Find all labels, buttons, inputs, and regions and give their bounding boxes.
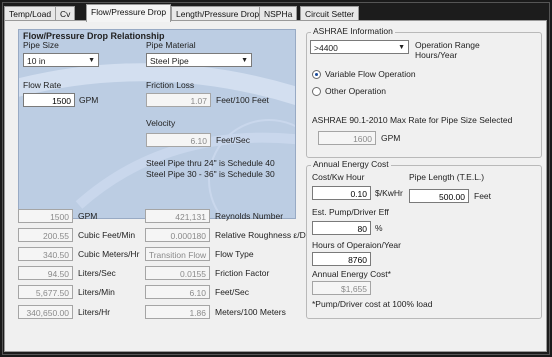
- result-lph-unit: Liters/Hr: [78, 307, 111, 317]
- result-lpm: 5,677.50: [18, 285, 73, 299]
- flow-rate-label: Flow Rate: [23, 80, 62, 90]
- result-cfm: 200.55: [18, 228, 73, 242]
- annual-cost-value: $1,655: [312, 281, 371, 295]
- energy-cost-title: Annual Energy Cost: [311, 159, 391, 169]
- result-meters-loss: 1.86: [145, 305, 210, 319]
- schedule-note-2: Steel Pipe 30 - 36" is Schedule 30: [146, 169, 275, 179]
- hours-label: Hours of Operaion/Year: [312, 240, 401, 250]
- result-lps: 94.50: [18, 266, 73, 280]
- annual-cost-footnote: *Pump/Driver cost at 100% load: [312, 299, 433, 309]
- operation-range-select[interactable]: >4400 ▼: [310, 40, 409, 54]
- flow-pressure-drop-group: Flow/Pressure Drop Relationship Pipe Siz…: [18, 29, 296, 219]
- cost-per-kwh-unit: $/KwHr: [375, 188, 403, 198]
- pipe-material-select[interactable]: Steel Pipe ▼: [146, 53, 252, 67]
- result-friction-factor-label: Friction Factor: [215, 268, 270, 278]
- result-friction-factor: 0.0155: [145, 266, 210, 280]
- pipe-material-label: Pipe Material: [146, 40, 196, 50]
- result-reynolds-label: Reynolds Number: [215, 211, 284, 221]
- result-velocity: 6.10: [145, 285, 210, 299]
- result-flow-type-label: Flow Type: [215, 249, 254, 259]
- tab-nspha[interactable]: NSPHa: [259, 6, 298, 21]
- result-cmh-unit: Cubic Meters/Hr: [78, 249, 140, 259]
- chevron-down-icon: ▼: [241, 57, 248, 64]
- velocity-value: 6.10: [146, 133, 211, 147]
- pipe-size-select[interactable]: 10 in ▼: [23, 53, 99, 67]
- result-gpm-unit: GPM: [78, 211, 98, 221]
- pipe-size-value: 10 in: [27, 56, 46, 66]
- result-velocity-label: Feet/Sec: [215, 287, 250, 297]
- chevron-down-icon: ▼: [398, 44, 405, 51]
- result-flow-type: Transition Flow: [145, 247, 210, 261]
- result-lph: 340,650.00: [18, 305, 73, 319]
- pipe-length-input[interactable]: 500.00: [409, 189, 469, 203]
- max-rate-unit: GPM: [381, 133, 401, 143]
- tab-panel: Flow/Pressure Drop Relationship Pipe Siz…: [4, 20, 547, 352]
- result-meters-loss-label: Meters/100 Meters: [215, 307, 286, 317]
- hours-input[interactable]: 8760: [312, 252, 371, 266]
- result-cmh: 340.50: [18, 247, 73, 261]
- operation-range-label: Operation Range: [415, 40, 480, 50]
- velocity-label: Velocity: [146, 118, 176, 128]
- operation-range-value: >4400: [314, 43, 338, 53]
- ashrae-group-title: ASHRAE Information: [311, 26, 395, 36]
- result-lpm-unit: Liters/Min: [78, 287, 115, 297]
- variable-flow-radio[interactable]: [312, 70, 321, 79]
- pipe-size-label: Pipe Size: [23, 40, 59, 50]
- pipe-length-unit: Feet: [474, 191, 492, 201]
- operation-range-label-2: Hours/Year: [415, 50, 458, 60]
- result-cfm-unit: Cubic Feet/Min: [78, 230, 136, 240]
- velocity-unit: Feet/Sec: [216, 135, 251, 145]
- tab-length-pressure-drop[interactable]: Length/Pressure Drop: [171, 6, 265, 21]
- flow-rate-input[interactable]: 1500: [23, 93, 75, 107]
- schedule-note-1: Steel Pipe thru 24" is Schedule 40: [146, 158, 275, 168]
- result-gpm: 1500: [18, 209, 73, 223]
- friction-loss-unit: Feet/100 Feet: [216, 95, 269, 105]
- variable-flow-label[interactable]: Variable Flow Operation: [325, 69, 416, 79]
- cost-per-kwh-label: Cost/Kw Hour: [312, 172, 365, 182]
- pump-eff-label: Est. Pump/Driver Eff: [312, 207, 389, 217]
- other-operation-label[interactable]: Other Operation: [325, 86, 386, 96]
- friction-loss-label: Friction Loss: [146, 80, 195, 90]
- pump-eff-unit: %: [375, 223, 383, 233]
- pipe-material-value: Steel Pipe: [150, 56, 189, 66]
- tab-circuit-setter[interactable]: Circuit Setter: [300, 6, 360, 21]
- result-lps-unit: Liters/Sec: [78, 268, 116, 278]
- annual-cost-label: Annual Energy Cost*: [312, 269, 391, 279]
- tab-temp-load[interactable]: Temp/Load: [4, 6, 57, 21]
- friction-loss-value: 1.07: [146, 93, 211, 107]
- pump-eff-input[interactable]: 80: [312, 221, 371, 235]
- tab-flow-pressure-drop[interactable]: Flow/Pressure Drop: [86, 4, 172, 22]
- max-rate-value: 1600: [318, 131, 376, 145]
- pipe-length-label: Pipe Length (T.E.L.): [409, 172, 485, 182]
- result-reynolds: 421,131: [145, 209, 210, 223]
- tab-cv[interactable]: Cv: [55, 6, 76, 21]
- chevron-down-icon: ▼: [88, 57, 95, 64]
- flow-rate-unit: GPM: [79, 95, 99, 105]
- cost-per-kwh-input[interactable]: 0.10: [312, 186, 371, 200]
- result-roughness-label: Relative Roughness ε/D: [215, 230, 306, 240]
- other-operation-radio[interactable]: [312, 87, 321, 96]
- max-rate-label: ASHRAE 90.1-2010 Max Rate for Pipe Size …: [312, 115, 513, 125]
- result-roughness: 0.000180: [145, 228, 210, 242]
